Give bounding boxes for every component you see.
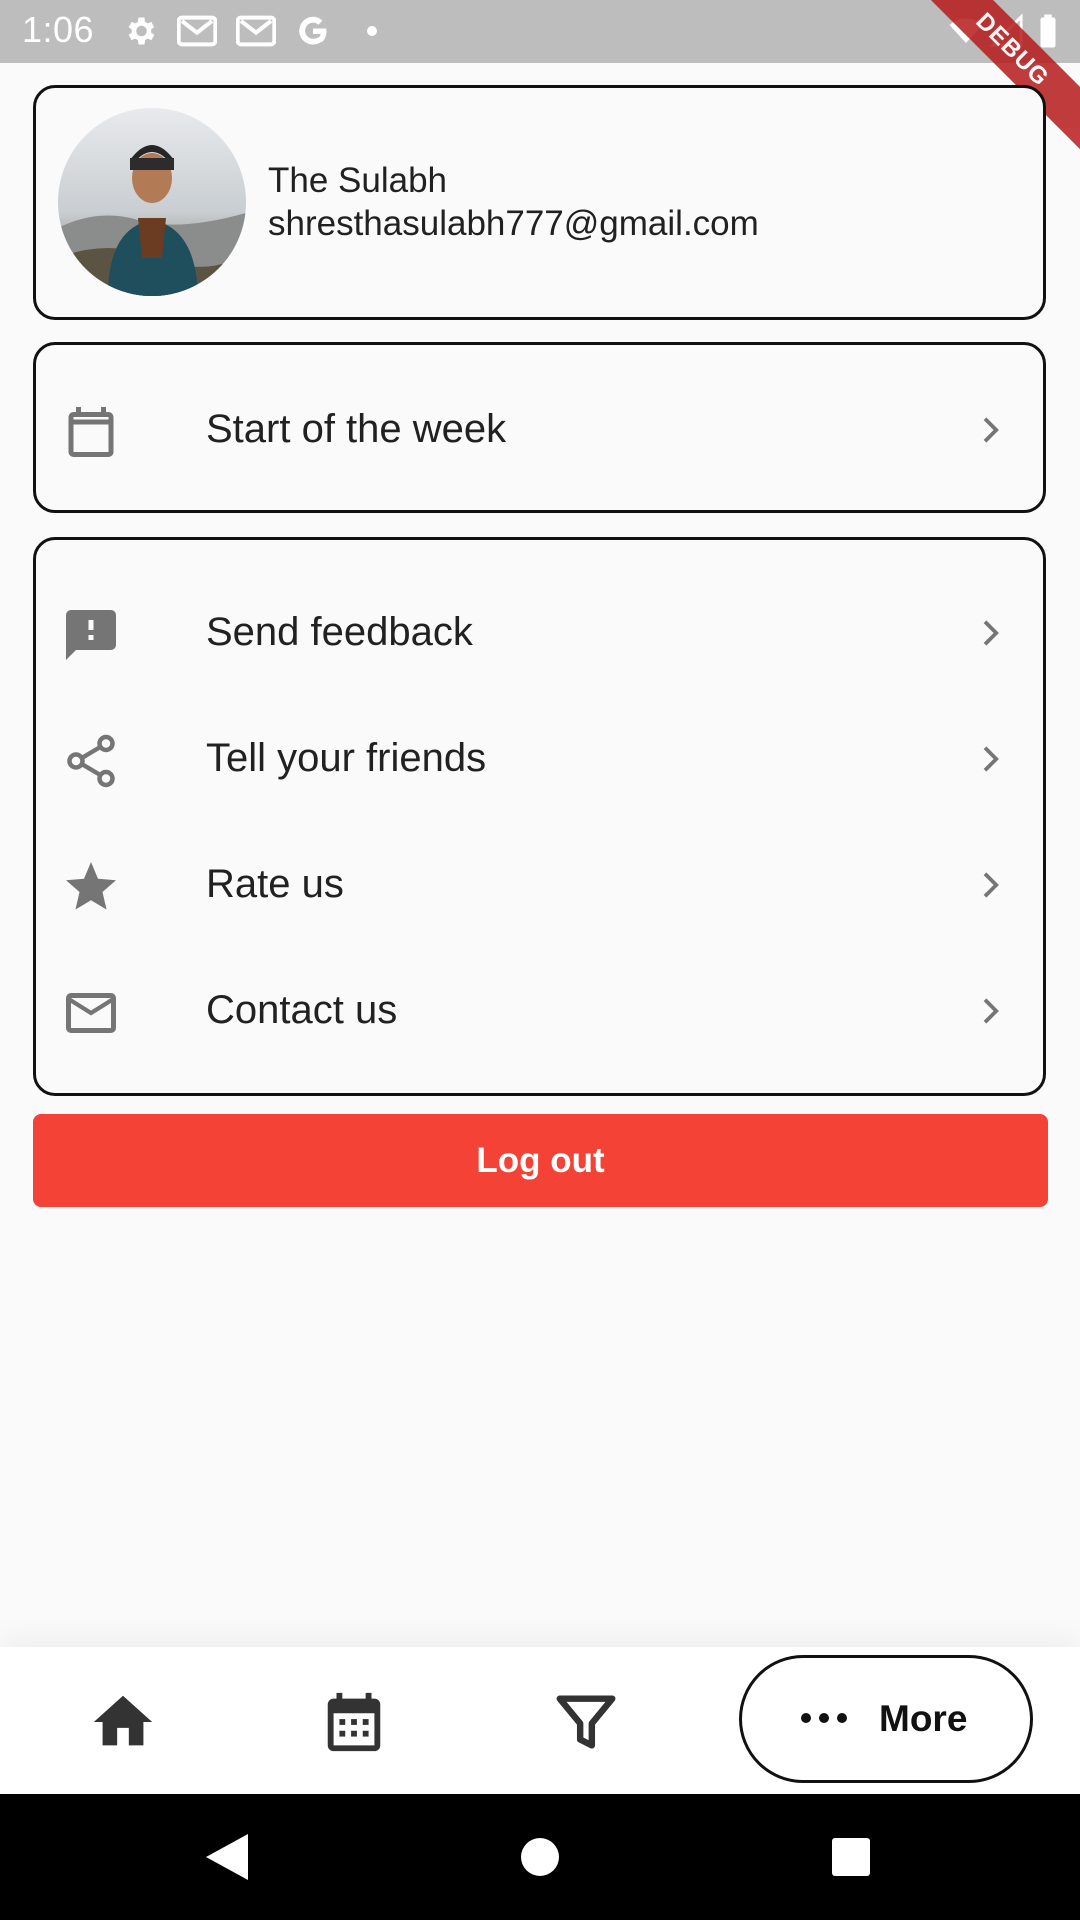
start-of-week-card[interactable]: Start of the week	[33, 342, 1046, 513]
home-icon[interactable]	[88, 1687, 158, 1757]
logout-button[interactable]: Log out	[33, 1114, 1048, 1207]
menu-item-label: Contact us	[206, 988, 398, 1032]
menu-card: Send feedback Tell your friends Rate us	[33, 537, 1046, 1096]
menu-item-contact-us[interactable]: Contact us	[36, 948, 1043, 1074]
menu-item-label: Tell your friends	[206, 736, 487, 780]
gmail-icon	[177, 15, 217, 47]
screen: 1:06 DEBUG The Sulabh shresthasulabh777@…	[0, 0, 1080, 1920]
avatar	[58, 108, 246, 296]
dot-icon	[367, 26, 377, 36]
menu-item-tell-friends[interactable]: Tell your friends	[36, 696, 1043, 822]
recents-icon[interactable]	[830, 1830, 872, 1884]
system-nav-bar	[0, 1794, 1080, 1920]
filter-icon[interactable]	[551, 1687, 621, 1757]
star-icon	[66, 862, 116, 910]
profile-name: The Sulabh	[268, 161, 448, 200]
start-of-week-row[interactable]: Start of the week	[36, 367, 1043, 493]
more-nav-button[interactable]: More	[739, 1655, 1033, 1783]
menu-item-label: Rate us	[206, 862, 344, 906]
profile-card[interactable]: The Sulabh shresthasulabh777@gmail.com	[33, 85, 1046, 320]
profile-email: shresthasulabh777@gmail.com	[268, 204, 759, 243]
home-circle-icon[interactable]	[519, 1830, 561, 1884]
more-nav-label: More	[879, 1698, 968, 1739]
chevron-right-icon	[983, 746, 999, 772]
share-icon	[67, 734, 115, 788]
mail-icon	[66, 993, 116, 1033]
chevron-right-icon	[983, 620, 999, 646]
menu-item-label: Send feedback	[206, 610, 473, 654]
start-of-week-label: Start of the week	[206, 407, 507, 451]
status-bar: 1:06 DEBUG	[0, 0, 1080, 158]
calendar-grid-icon[interactable]	[319, 1687, 389, 1757]
calendar-icon	[68, 407, 114, 457]
status-time: 1:06	[22, 9, 95, 50]
more-dots-icon	[801, 1713, 847, 1723]
gmail-icon	[236, 15, 276, 47]
battery-icon	[1040, 14, 1056, 48]
feedback-icon	[66, 610, 116, 660]
bottom-nav: More	[0, 1647, 1080, 1794]
back-icon[interactable]	[202, 1830, 252, 1884]
menu-item-rate-us[interactable]: Rate us	[36, 822, 1043, 948]
chevron-right-icon	[983, 872, 999, 898]
settings-icon	[128, 17, 155, 45]
chevron-right-icon	[983, 417, 999, 443]
menu-item-send-feedback[interactable]: Send feedback	[36, 570, 1043, 696]
google-icon	[299, 16, 327, 45]
chevron-right-icon	[983, 998, 999, 1024]
